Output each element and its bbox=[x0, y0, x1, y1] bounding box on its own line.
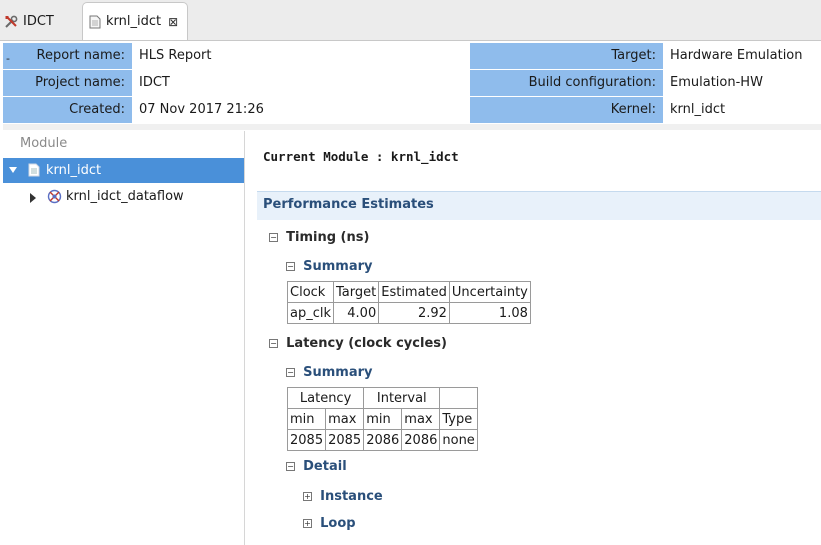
project-name-label: Project name: bbox=[3, 70, 132, 96]
timing-section[interactable]: − Timing (ns) bbox=[269, 230, 369, 245]
tab-idct[interactable]: IDCT bbox=[4, 4, 54, 39]
table-cell: 2085 bbox=[325, 429, 365, 451]
table-cell: 4.00 bbox=[333, 302, 380, 324]
document-icon bbox=[89, 15, 101, 29]
table-cell: 2.92 bbox=[378, 302, 450, 324]
target-value: Hardware Emulation bbox=[670, 48, 803, 63]
tab-krnl-idct[interactable]: krnl_idct ⊠ bbox=[82, 2, 188, 40]
expand-box-icon[interactable]: + bbox=[303, 519, 312, 528]
collapse-box-icon[interactable]: − bbox=[269, 233, 278, 242]
latency-summary-table: Latency Interval min max min max Type 20… bbox=[286, 387, 478, 451]
tree-item-krnl-idct-dataflow[interactable]: krnl_idct_dataflow bbox=[3, 185, 244, 210]
table-header-cell: max bbox=[401, 408, 441, 430]
table-header-cell: min bbox=[363, 408, 403, 430]
table-header-cell: Clock bbox=[286, 281, 335, 303]
table-group-header-cell: Interval bbox=[363, 387, 441, 409]
table-group-header-cell bbox=[439, 387, 478, 409]
latency-summary-section[interactable]: − Summary bbox=[286, 365, 373, 380]
tab-label: IDCT bbox=[23, 14, 54, 29]
table-group-header-cell: Latency bbox=[286, 387, 365, 409]
kernel-label: Kernel: bbox=[470, 97, 663, 123]
table-cell: none bbox=[439, 429, 478, 451]
report-name-label: Report name: bbox=[3, 43, 132, 69]
collapse-box-icon[interactable]: − bbox=[286, 262, 295, 271]
timing-summary-table: Clock Target Estimated Uncertainty ap_cl… bbox=[286, 281, 531, 324]
table-header-cell: Uncertainty bbox=[448, 281, 531, 303]
table-header-cell: min bbox=[286, 408, 327, 430]
table-group-header-row: Latency Interval bbox=[286, 387, 478, 409]
loop-title: Loop bbox=[320, 516, 356, 531]
latency-title: Latency (clock cycles) bbox=[286, 336, 447, 351]
created-label: Created: bbox=[3, 97, 132, 123]
build-configuration-label: Build configuration: bbox=[470, 70, 663, 96]
timing-summary-section[interactable]: − Summary bbox=[286, 259, 373, 274]
current-module-title: Current Module : krnl_idct bbox=[263, 149, 459, 164]
latency-section[interactable]: − Latency (clock cycles) bbox=[269, 336, 447, 351]
dataflow-icon bbox=[47, 189, 62, 208]
table-header-cell: Type bbox=[439, 408, 478, 430]
created-value: 07 Nov 2017 21:26 bbox=[139, 102, 264, 117]
collapse-box-icon[interactable]: − bbox=[269, 339, 278, 348]
close-icon[interactable]: ⊠ bbox=[168, 15, 178, 29]
collapse-box-icon[interactable]: − bbox=[286, 368, 295, 377]
build-configuration-value: Emulation-HW bbox=[670, 75, 763, 90]
target-label: Target: bbox=[470, 43, 663, 69]
kernel-value: krnl_idct bbox=[670, 102, 726, 117]
latency-detail-title: Detail bbox=[303, 459, 347, 474]
module-column-header: Module bbox=[20, 136, 68, 151]
timing-title: Timing (ns) bbox=[286, 230, 370, 245]
table-header-cell: Target bbox=[333, 281, 380, 303]
latency-summary-title: Summary bbox=[303, 365, 373, 380]
header-separator bbox=[3, 124, 821, 130]
project-name-value: IDCT bbox=[139, 75, 170, 90]
tree-item-label: krnl_idct_dataflow bbox=[66, 189, 184, 204]
latency-detail-section[interactable]: − Detail bbox=[286, 459, 347, 474]
collapse-box-icon[interactable]: − bbox=[286, 462, 295, 471]
table-cell: 2086 bbox=[401, 429, 441, 451]
tree-item-label: krnl_idct bbox=[46, 163, 102, 178]
loop-section[interactable]: + Loop bbox=[303, 516, 356, 531]
table-cell: 2086 bbox=[363, 429, 403, 451]
table-header-cell: Estimated bbox=[378, 281, 450, 303]
table-cell: ap_clk bbox=[286, 302, 335, 324]
tree-item-krnl-idct[interactable]: krnl_idct bbox=[3, 158, 244, 183]
expand-box-icon[interactable]: + bbox=[303, 492, 312, 501]
instance-title: Instance bbox=[320, 489, 383, 504]
document-icon bbox=[28, 163, 40, 181]
tab-label: krnl_idct bbox=[106, 14, 162, 29]
table-header-row: Clock Target Estimated Uncertainty bbox=[286, 281, 531, 303]
expand-arrow-right-icon[interactable] bbox=[29, 192, 37, 207]
tools-icon bbox=[4, 15, 18, 29]
report-name-value: HLS Report bbox=[139, 48, 212, 63]
table-cell: 2085 bbox=[286, 429, 327, 451]
expand-arrow-down-icon[interactable] bbox=[8, 164, 18, 179]
table-row: ap_clk 4.00 2.92 1.08 bbox=[286, 302, 531, 324]
table-header-cell: max bbox=[325, 408, 365, 430]
instance-section[interactable]: + Instance bbox=[303, 489, 383, 504]
performance-estimates-title: Performance Estimates bbox=[263, 197, 434, 212]
table-cell: 1.08 bbox=[448, 302, 531, 324]
table-row: 2085 2085 2086 2086 none bbox=[286, 429, 478, 451]
table-header-row: min max min max Type bbox=[286, 408, 478, 430]
header-collapse-button[interactable]: - bbox=[6, 52, 10, 65]
timing-summary-title: Summary bbox=[303, 259, 373, 274]
